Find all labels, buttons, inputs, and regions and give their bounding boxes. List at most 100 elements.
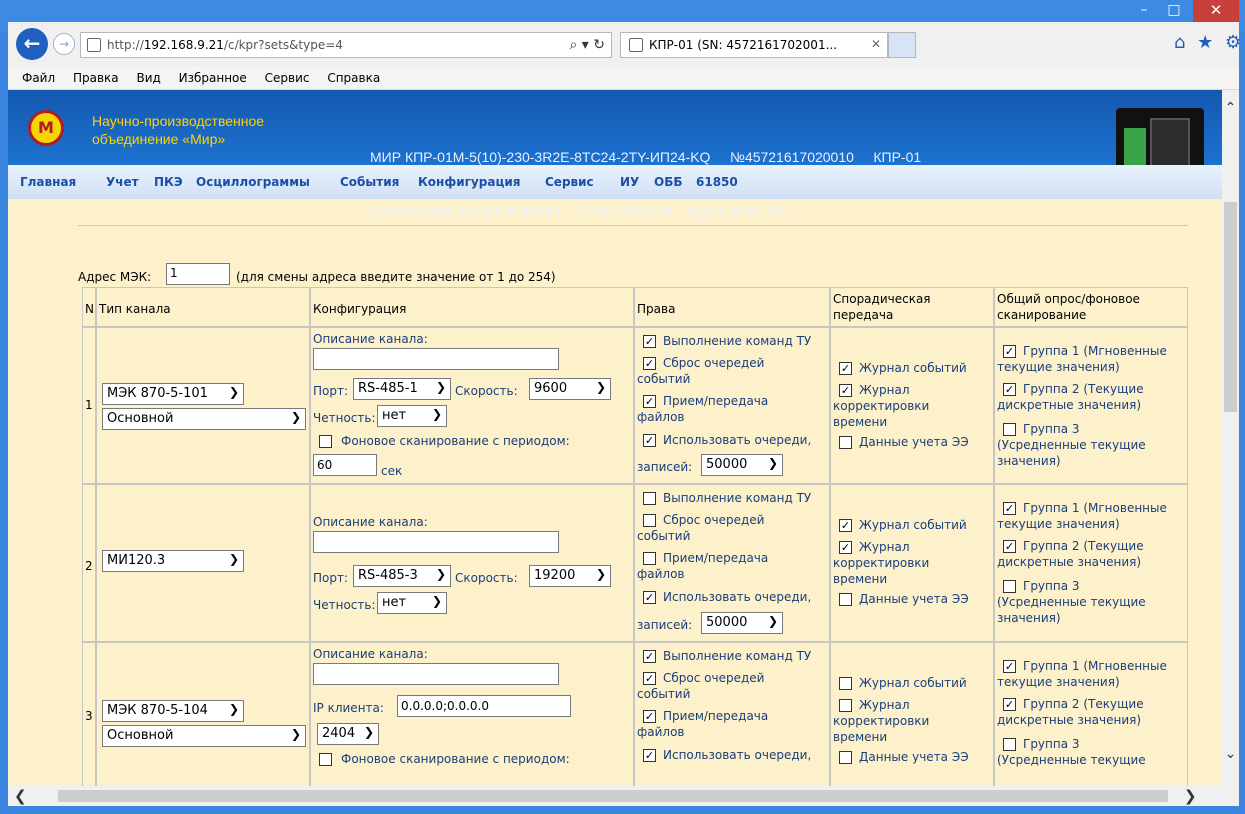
nav-home[interactable]: Главная <box>20 175 76 189</box>
address-bar[interactable]: http://192.168.9.21/c/kpr?sets&type=4 ⌕ … <box>80 32 612 58</box>
address-url[interactable]: http://192.168.9.21/c/kpr?sets&type=4 <box>107 38 343 52</box>
row2-speed-select[interactable]: 19200 ❯ <box>529 565 611 587</box>
row2-r2-checkbox[interactable] <box>643 514 656 527</box>
row1-g2-checkbox[interactable]: ✓ <box>1003 383 1016 396</box>
row2-parity-value: нет <box>382 595 407 610</box>
row3-desc-input[interactable] <box>313 663 559 685</box>
horizontal-scrollbar[interactable]: ❮ ❯ <box>8 786 1239 806</box>
nav-service[interactable]: Сервис <box>545 175 594 189</box>
row2-r1-checkbox[interactable] <box>643 492 656 505</box>
tab-close-icon[interactable]: ✕ <box>871 37 881 51</box>
divider <box>78 225 1188 226</box>
vertical-scroll-thumb[interactable] <box>1224 202 1237 412</box>
row1-port-select[interactable]: RS-485-1 ❯ <box>353 378 451 400</box>
row1-g1-checkbox[interactable]: ✓ <box>1003 345 1016 358</box>
row1-desc-input[interactable] <box>313 348 559 370</box>
menu-item-tools[interactable]: Сервис <box>265 66 310 90</box>
address-controls[interactable]: ⌕ ▾ ↻ <box>570 37 606 53</box>
row3-mode-select[interactable]: Основной ❯ <box>102 725 306 747</box>
new-tab-button[interactable] <box>888 32 916 58</box>
row1-s1-checkbox[interactable]: ✓ <box>839 362 852 375</box>
row1-s2-checkbox[interactable]: ✓ <box>839 384 852 397</box>
row1-queue-select[interactable]: 50000 ❯ <box>701 454 783 476</box>
row3-r3-checkbox[interactable]: ✓ <box>643 710 656 723</box>
row3-r1-checkbox[interactable]: ✓ <box>643 650 656 663</box>
row3-s1-checkbox[interactable] <box>839 677 852 690</box>
row1-r3-checkbox[interactable]: ✓ <box>643 395 656 408</box>
row2-s2-checkbox[interactable]: ✓ <box>839 541 852 554</box>
org-line2: объединение «Мир» <box>92 131 226 147</box>
row1-speed-select[interactable]: 9600 ❯ <box>529 378 611 400</box>
row2-parity-select[interactable]: нет ❯ <box>377 592 447 614</box>
row3-s3-checkbox[interactable] <box>839 751 852 764</box>
row3-g1-label: Группа 1 (Мгновенные <box>1023 659 1167 673</box>
nav-configuration[interactable]: Конфигурация <box>418 175 520 189</box>
minimize-button[interactable]: – <box>1130 0 1158 22</box>
row3-r2-checkbox[interactable]: ✓ <box>643 672 656 685</box>
row1-parity-select[interactable]: нет ❯ <box>377 405 447 427</box>
row3-g3-checkbox[interactable] <box>1003 738 1016 751</box>
mek-address-input[interactable]: 1 <box>166 263 230 285</box>
row1-g3-checkbox[interactable] <box>1003 423 1016 436</box>
row1-mode-select[interactable]: Основной ❯ <box>102 408 306 430</box>
row3-r4-checkbox[interactable]: ✓ <box>643 749 656 762</box>
vertical-scrollbar[interactable]: ⌃ ⌄ <box>1222 90 1239 786</box>
row3-bgscan-checkbox[interactable] <box>319 753 332 766</box>
nav-obb[interactable]: ОББ <box>654 175 683 189</box>
home-icon[interactable]: ⌂ <box>1174 32 1185 53</box>
menu-item-edit[interactable]: Правка <box>73 66 119 90</box>
nav-accounting[interactable]: Учет <box>106 175 139 189</box>
scroll-down-icon[interactable]: ⌄ <box>1223 746 1238 762</box>
row3-protocol-select[interactable]: МЭК 870-5-104 ❯ <box>102 700 244 722</box>
back-arrow-icon[interactable]: ← <box>16 28 48 60</box>
row2-s3-checkbox[interactable] <box>839 593 852 606</box>
row3-g2-checkbox[interactable]: ✓ <box>1003 698 1016 711</box>
row1-rights-cell: ✓ Выполнение команд ТУ ✓ Сброс очередей … <box>634 327 830 484</box>
row1-g2-label2: дискретные значения) <box>997 398 1142 412</box>
nav-events[interactable]: События <box>340 175 399 189</box>
scroll-up-icon[interactable]: ⌃ <box>1223 100 1238 116</box>
row1-r2-checkbox[interactable]: ✓ <box>643 357 656 370</box>
row3-g1-checkbox[interactable]: ✓ <box>1003 660 1016 673</box>
row2-port-select[interactable]: RS-485-3 ❯ <box>353 565 451 587</box>
row2-queue-select[interactable]: 50000 ❯ <box>701 612 783 634</box>
horizontal-scroll-thumb[interactable] <box>58 790 1168 802</box>
row1-period-input[interactable]: 60 <box>313 454 377 476</box>
scroll-right-icon[interactable]: ❯ <box>1184 787 1197 805</box>
tab-title: КПР-01 (SN: 4572161702001... <box>649 38 838 52</box>
gear-icon[interactable]: ⚙ <box>1225 32 1241 53</box>
row2-g1-checkbox[interactable]: ✓ <box>1003 502 1016 515</box>
row1-s3-checkbox[interactable] <box>839 436 852 449</box>
row3-ip-input[interactable]: 0.0.0.0;0.0.0.0 <box>397 695 571 717</box>
row2-protocol-select[interactable]: МИ120.3 ❯ <box>102 550 244 572</box>
maximize-button[interactable]: □ <box>1160 0 1188 22</box>
menu-item-view[interactable]: Вид <box>136 66 160 90</box>
row2-g2-checkbox[interactable]: ✓ <box>1003 540 1016 553</box>
row2-r3-checkbox[interactable] <box>643 552 656 565</box>
scroll-left-icon[interactable]: ❮ <box>14 787 27 805</box>
row1-r1-checkbox[interactable]: ✓ <box>643 335 656 348</box>
row2-s1-label: Журнал событий <box>859 518 967 532</box>
browser-tab[interactable]: КПР-01 (SN: 4572161702001... ✕ <box>620 32 888 58</box>
row2-speed-label: Скорость: <box>455 571 518 585</box>
row2-s1-checkbox[interactable]: ✓ <box>839 519 852 532</box>
row3-tcpport-value: 2404 <box>322 726 356 741</box>
menu-item-favorites[interactable]: Избранное <box>179 66 247 90</box>
nav-61850[interactable]: 61850 <box>696 175 738 189</box>
close-button[interactable]: ✕ <box>1193 0 1239 22</box>
row1-bgscan-checkbox[interactable] <box>319 435 332 448</box>
row2-desc-input[interactable] <box>313 531 559 553</box>
menu-item-help[interactable]: Справка <box>327 66 380 90</box>
row3-s2-checkbox[interactable] <box>839 699 852 712</box>
nav-iu[interactable]: ИУ <box>620 175 639 189</box>
forward-arrow-icon[interactable]: → <box>53 33 75 55</box>
row1-r4-checkbox[interactable]: ✓ <box>643 434 656 447</box>
menu-item-file[interactable]: Файл <box>22 66 55 90</box>
row3-tcpport-select[interactable]: 2404 ❯ <box>317 723 379 745</box>
row2-r4-checkbox[interactable]: ✓ <box>643 591 656 604</box>
nav-oscillograms[interactable]: Осциллограммы <box>196 175 310 189</box>
row2-g3-checkbox[interactable] <box>1003 580 1016 593</box>
star-icon[interactable]: ★ <box>1197 32 1213 53</box>
row1-protocol-select[interactable]: МЭК 870-5-101 ❯ <box>102 383 244 405</box>
nav-pke[interactable]: ПКЭ <box>154 175 183 189</box>
